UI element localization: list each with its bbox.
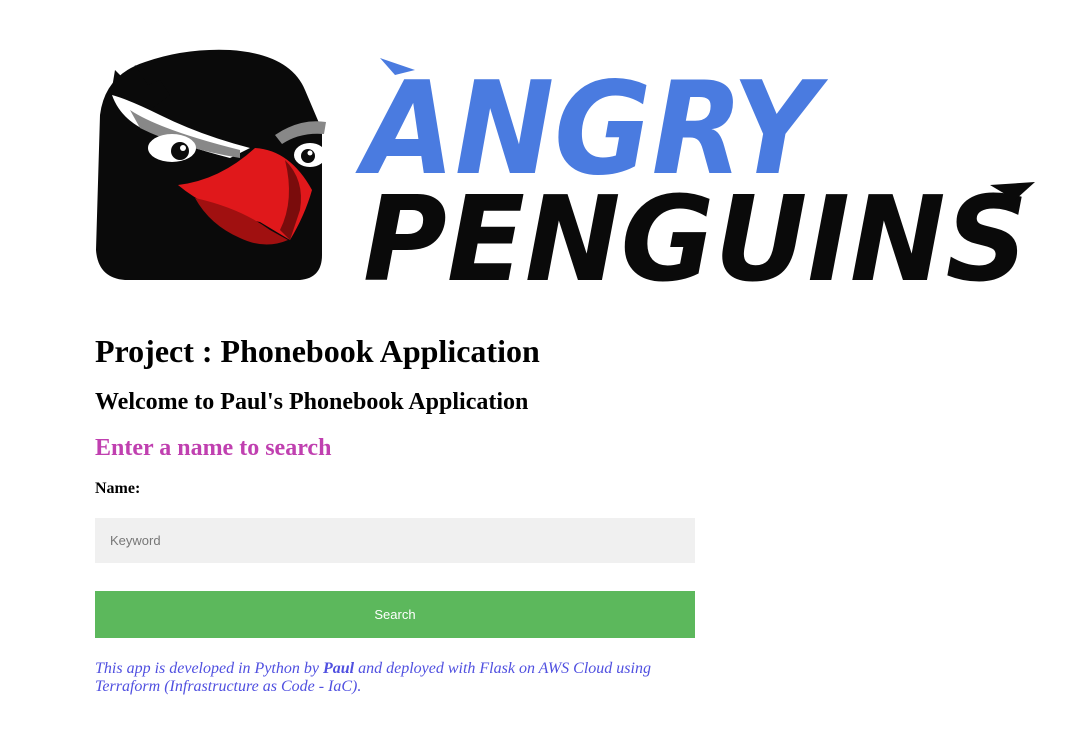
welcome-heading: Welcome to Paul's Phonebook Application (95, 389, 529, 415)
logo-line2: PENGUINS (363, 170, 1028, 290)
angry-penguins-logo: ANGRY PENGUINS (96, 49, 1035, 290)
search-heading: Enter a name to search (95, 435, 332, 461)
footer-text-before: This app is developed in Python by (95, 660, 323, 677)
footer-note: This app is developed in Python by Paul … (95, 660, 695, 696)
search-button[interactable]: Search (95, 591, 695, 638)
footer-author: Paul (322, 660, 355, 677)
page-title: Project : Phonebook Application (95, 333, 540, 369)
keyword-input[interactable] (95, 518, 695, 563)
main-content: Project : Phonebook Application Welcome … (95, 330, 695, 712)
name-label: Name: (95, 480, 141, 497)
penguin-head-icon (96, 49, 326, 280)
page: ANGRY PENGUINS Project : Phonebook Appli… (0, 0, 1065, 729)
